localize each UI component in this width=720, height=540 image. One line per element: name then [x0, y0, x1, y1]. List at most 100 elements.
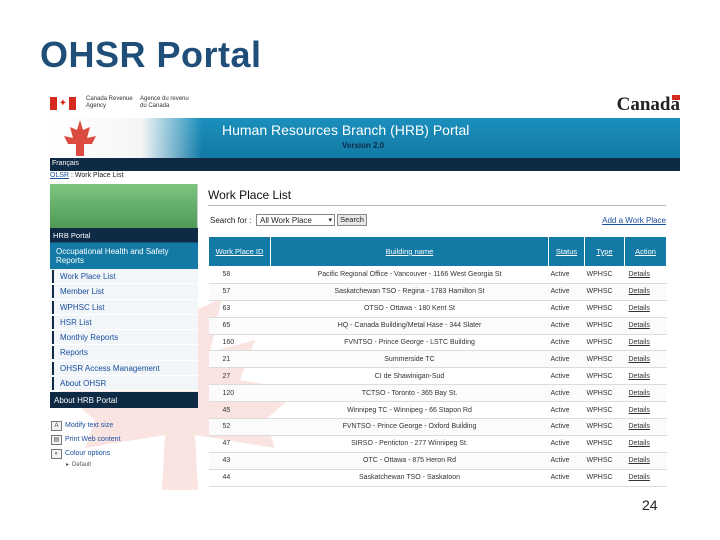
cell-workplace-id: 58 [208, 266, 271, 284]
cell-type: WPHSC [584, 317, 625, 335]
banner-leaf-band [50, 118, 202, 158]
table-row: 47 SIRSO - Penticton - 277 Winnipeg St. Ac… [208, 435, 667, 453]
cell-status: Active [548, 317, 585, 335]
table-row: 120 TCTSO - Toronto - 365 Bay St. Active WP… [208, 384, 667, 403]
table-row: 63 OTSO - Ottawa - 180 Kent St Active WPHSC… [208, 300, 667, 318]
cell-type: WPHSC [584, 435, 625, 453]
cell-building-name: Pacific Regional Office - Vancouver - 11… [270, 266, 549, 284]
slide-number: 24 [642, 497, 658, 513]
cell-status: Active [548, 266, 585, 284]
column-header-status[interactable]: Status [548, 236, 585, 267]
cell-status: Active [548, 300, 585, 318]
sidebar-footer-about-hrb[interactable]: About HRB Portal [50, 392, 198, 409]
cell-workplace-id: 63 [208, 300, 271, 318]
colour-options-link[interactable]: ◐ Colour options [50, 448, 198, 462]
details-link[interactable]: Details [624, 452, 667, 470]
workplace-filter-value: All Work Place [260, 216, 312, 225]
details-link[interactable]: Details [624, 435, 667, 453]
cell-type: WPHSC [584, 334, 625, 352]
cell-status: Active [548, 469, 585, 487]
language-bar: Français [50, 158, 680, 171]
add-work-place-link[interactable]: Add a Work Place [602, 216, 666, 225]
agency-name-en: Canada Revenue Agency [86, 96, 133, 109]
table-row: 52 FVNTSO - Prince George - Oxford Buildi… [208, 418, 667, 436]
cell-type: WPHSC [584, 418, 625, 436]
cell-building-name: Summerside TC [270, 350, 549, 369]
chevron-down-icon: ▾ [328, 217, 332, 224]
details-link[interactable]: Details [624, 401, 667, 420]
cell-status: Active [548, 334, 585, 352]
cell-type: WPHSC [584, 367, 625, 386]
sidebar-item-reports[interactable]: Reports [50, 345, 198, 361]
details-link[interactable]: Details [624, 266, 667, 284]
table-row: 58 Pacific Regional Office - Vancouver - … [208, 266, 667, 284]
sidebar-item-access-management[interactable]: OHSR Access Management [50, 360, 198, 377]
cell-building-name: OTSO - Ottawa - 180 Kent St [270, 300, 549, 318]
details-link[interactable]: Details [624, 367, 667, 386]
sidebar-item-monthly-reports[interactable]: Monthly Reports [50, 330, 198, 346]
cell-type: WPHSC [584, 384, 625, 403]
table-body: 58 Pacific Regional Office - Vancouver - … [208, 266, 667, 487]
modify-text-size-link[interactable]: A Modify text size [50, 420, 198, 434]
details-link[interactable]: Details [624, 418, 667, 436]
cell-workplace-id: 57 [208, 283, 271, 301]
cell-building-name: TCTSO - Toronto - 365 Bay St. [270, 384, 549, 403]
table-row: 65 HQ - Canada Building/Metal Hase - 344 … [208, 317, 667, 335]
cell-workplace-id: 43 [208, 452, 271, 470]
sidebar-item-work-place-list[interactable]: Work Place List [50, 269, 198, 285]
cell-workplace-id: 120 [208, 384, 271, 403]
search-row: Search for : All Work Place ▾ Search Add… [208, 214, 666, 228]
sidebar-item-hsr-list[interactable]: HSR List [50, 314, 198, 331]
table-row: 21 Summerside TC Active WPHSC Details [208, 350, 667, 369]
sidebar-section-title[interactable]: Occupational Health and Safety Reports [50, 242, 198, 269]
cell-building-name: FVNTSO - Prince George - LSTC Building [270, 334, 549, 352]
cell-workplace-id: 27 [208, 367, 271, 386]
details-link[interactable]: Details [624, 334, 667, 352]
government-header: ✦ Canada Revenue Agency Agence du revenu… [50, 94, 680, 118]
column-header-building-name[interactable]: Building name [270, 236, 549, 267]
cell-type: WPHSC [584, 300, 625, 318]
text-size-icon: A [51, 421, 62, 431]
language-toggle-link[interactable]: Français [52, 160, 79, 167]
sidebar-item-member-list[interactable]: Member List [50, 284, 198, 300]
cell-building-name: Saskatchewan TSO - Saskatoon [270, 469, 549, 487]
column-header-type[interactable]: Type [584, 236, 625, 267]
colour-default-option[interactable]: Default [50, 461, 198, 470]
column-header-workplace-id[interactable]: Work Place ID [208, 236, 271, 267]
canada-wordmark: Canada [617, 94, 680, 116]
main-content: Work Place List Search for : All Work Pl… [208, 188, 680, 487]
search-button[interactable]: Search [337, 214, 367, 226]
cell-status: Active [548, 350, 585, 369]
colour-options-icon: ◐ [51, 449, 62, 459]
sidebar: HRB Portal Occupational Health and Safet… [50, 184, 198, 409]
table-row: 27 CI de Shawinigan-Sud Active WPHSC Details [208, 367, 667, 386]
breadcrumb: OLSR : Work Place List [50, 172, 123, 179]
details-link[interactable]: Details [624, 384, 667, 403]
cell-status: Active [548, 435, 585, 453]
details-link[interactable]: Details [624, 300, 667, 318]
cell-workplace-id: 65 [208, 317, 271, 335]
cell-status: Active [548, 283, 585, 301]
cell-workplace-id: 47 [208, 435, 271, 453]
details-link[interactable]: Details [624, 469, 667, 487]
cell-type: WPHSC [584, 266, 625, 284]
breadcrumb-current: Work Place List [74, 172, 124, 179]
table-header-row: Work Place ID Building name Status Type … [208, 236, 667, 267]
workplace-filter-select[interactable]: All Work Place ▾ [256, 214, 335, 226]
sidebar-item-wphsc-list[interactable]: WPHSC List [50, 299, 198, 315]
portal-screenshot: ✦ Canada Revenue Agency Agence du revenu… [50, 94, 680, 490]
sidebar-item-about-ohsr[interactable]: About OHSR [50, 376, 198, 392]
page-tools: A Modify text size ▤ Print Web content ◐… [50, 420, 198, 470]
print-web-content-link[interactable]: ▤ Print Web content [50, 434, 198, 448]
cell-type: WPHSC [584, 452, 625, 470]
details-link[interactable]: Details [624, 283, 667, 301]
breadcrumb-root-link[interactable]: OLSR [50, 172, 69, 179]
details-link[interactable]: Details [624, 317, 667, 335]
cell-building-name: SIRSO - Penticton - 277 Winnipeg St. [270, 435, 549, 453]
banner-version: Version 2.0 [342, 141, 385, 150]
cell-status: Active [548, 367, 585, 386]
table-row: 57 Saskatchewan TSO - Regina - 1783 Hamil… [208, 283, 667, 301]
print-web-content-label: Print Web content [65, 436, 121, 443]
details-link[interactable]: Details [624, 350, 667, 369]
cell-building-name: Winnipeg TC - Winnipeg - 66 Stapon Rd [270, 401, 549, 420]
